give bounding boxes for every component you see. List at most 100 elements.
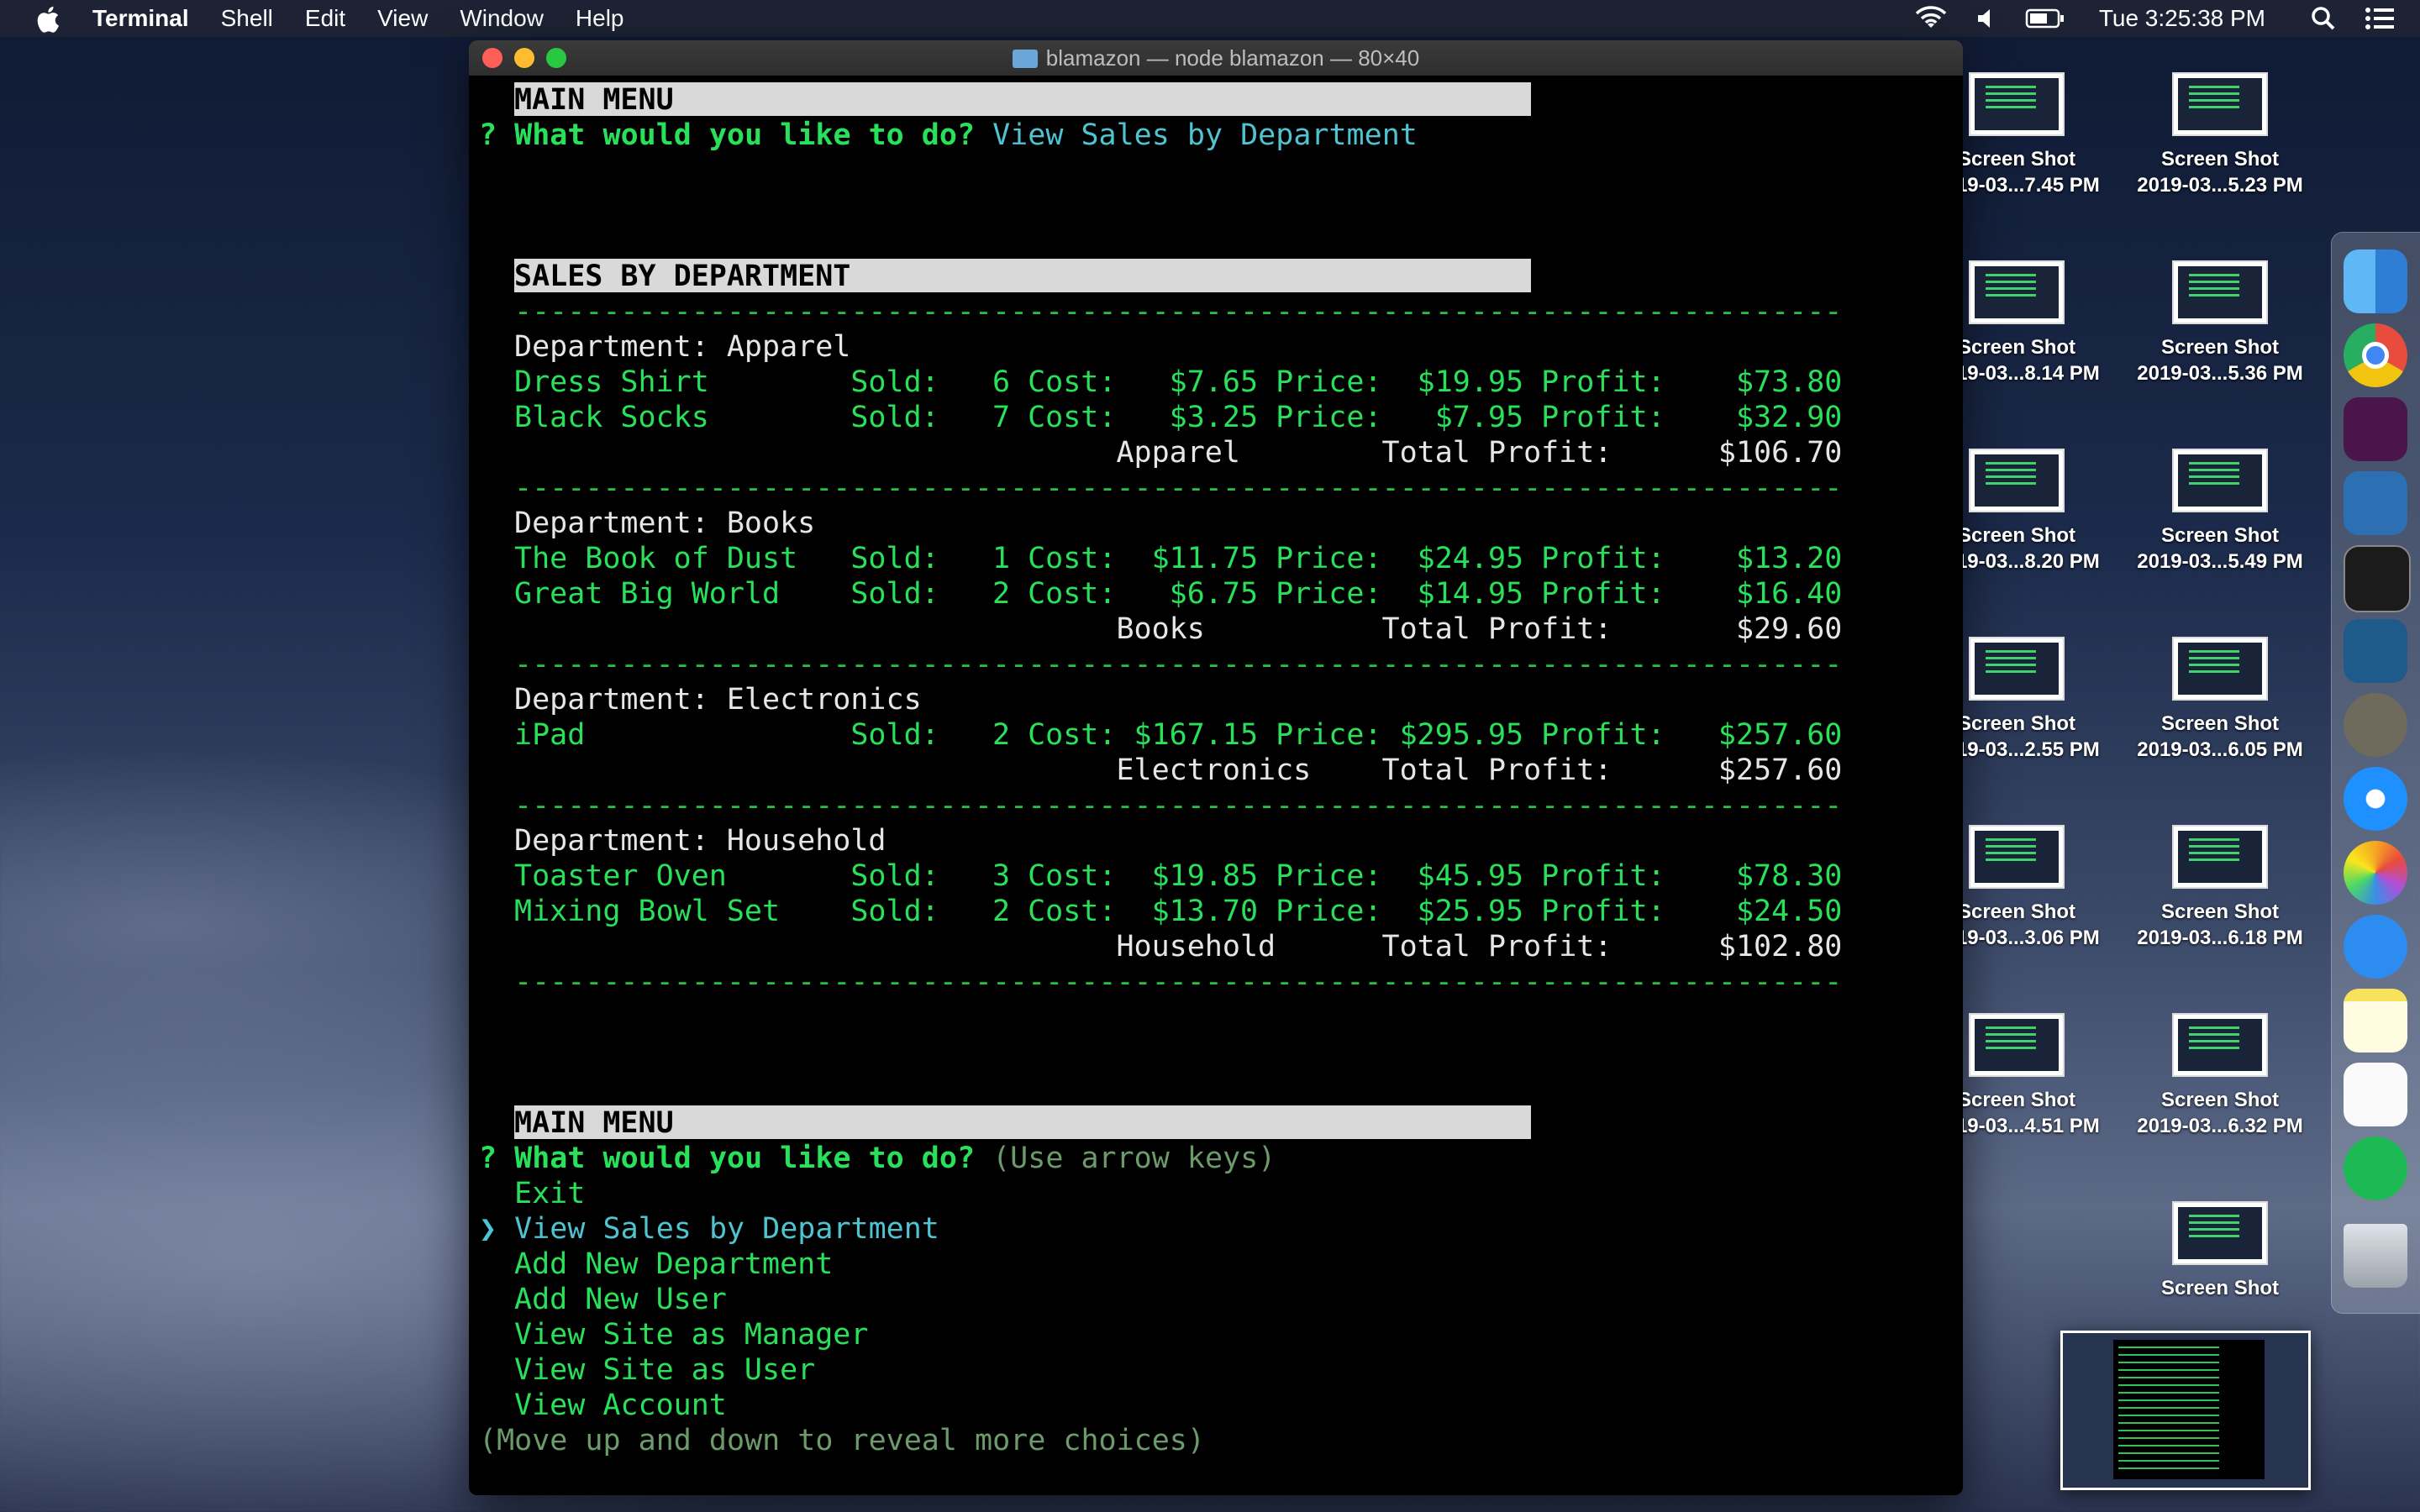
desktop-screenshot-file[interactable]: Screen Shot 2019-03...6.32 PM <box>2119 1013 2321 1139</box>
separator: ----------------------------------------… <box>514 965 1843 999</box>
apple-menu-icon[interactable] <box>34 4 62 33</box>
product-row: Black Socks Sold: 7 Cost: $3.25 Price: $… <box>514 401 1843 434</box>
file-name: Screen Shot <box>2160 712 2280 735</box>
prompt-question: What would you like to do? <box>514 1142 976 1175</box>
file-name: Screen Shot <box>2160 148 2280 171</box>
file-name: Screen Shot <box>2160 900 2280 923</box>
sales-header: SALES BY DEPARTMENT <box>514 259 1531 293</box>
file-date: 2019-03...6.18 PM <box>2137 927 2303 949</box>
prompt-hint: (Use arrow keys) <box>992 1142 1276 1175</box>
prompt-question: What would you like to do? <box>514 118 976 152</box>
screenshot-thumbnail-icon <box>1969 260 2065 324</box>
footer-hint: (Move up and down to reveal more choices… <box>479 1424 1205 1457</box>
screenshot-thumbnail-icon <box>1969 637 2065 701</box>
spotlight-search-icon[interactable] <box>2311 6 2336 31</box>
desktop-screenshot-file[interactable]: Screen Shot 2019-03...5.49 PM <box>2119 449 2321 575</box>
desktop-screenshot-file[interactable]: Screen Shot <box>2119 1201 2321 1301</box>
selection-pointer-icon: ❯ <box>479 1212 497 1246</box>
reminders-icon[interactable] <box>2344 1063 2407 1126</box>
file-name: Screen Shot <box>2160 336 2280 359</box>
window-title-text: blamazon — node blamazon — 80×40 <box>1045 45 1420 71</box>
menu-choice-exit[interactable]: Exit <box>514 1176 585 1211</box>
desktop-screenshot-file[interactable]: Screen Shot 2019-03...5.36 PM <box>2119 260 2321 386</box>
file-date: 2019-03...5.49 PM <box>2137 550 2303 573</box>
menu-help[interactable]: Help <box>576 5 624 32</box>
menu-choice-view-manager[interactable]: View Site as Manager <box>514 1317 868 1352</box>
department-title: Department: Apparel <box>514 330 851 364</box>
chrome-icon[interactable] <box>2344 323 2407 387</box>
product-row: Toaster Oven Sold: 3 Cost: $19.85 Price:… <box>514 859 1843 893</box>
menu-clock[interactable]: Tue 3:25:38 PM <box>2099 5 2265 32</box>
menu-view[interactable]: View <box>377 5 428 32</box>
screenshot-thumbnail-icon <box>1969 72 2065 136</box>
department-total: Books Total Profit: $29.60 <box>514 612 1843 646</box>
prompt-mark: ? <box>479 118 497 152</box>
window-title: blamazon — node blamazon — 80×40 <box>469 40 1963 76</box>
preview-window <box>2113 1340 2265 1479</box>
safari-icon[interactable] <box>2344 767 2407 831</box>
terminal-content[interactable]: MAIN MENU ? What would you like to do? V… <box>469 76 1963 1495</box>
vscode-icon[interactable] <box>2344 471 2407 535</box>
desktop-screenshot-file[interactable]: Screen Shot 2019-03...5.23 PM <box>2119 72 2321 198</box>
department-title: Department: Electronics <box>514 683 922 717</box>
product-row: Great Big World Sold: 2 Cost: $6.75 Pric… <box>514 577 1843 611</box>
screenshot-thumbnail-icon <box>2172 1201 2268 1265</box>
screenshot-thumbnail-icon <box>1969 449 2065 512</box>
window-titlebar[interactable]: blamazon — node blamazon — 80×40 <box>469 40 1963 76</box>
mysql-workbench-icon[interactable] <box>2344 619 2407 683</box>
file-date: 2019-03...5.36 PM <box>2137 362 2303 385</box>
menu-app-name[interactable]: Terminal <box>92 5 189 32</box>
desktop-screenshot-file[interactable]: Screen Shot 2019-03...6.18 PM <box>2119 825 2321 951</box>
menu-choice-view-account[interactable]: View Account <box>514 1388 727 1423</box>
menu-choice-add-department[interactable]: Add New Department <box>514 1247 833 1282</box>
menu-choice-view-sales[interactable]: View Sales by Department <box>514 1212 939 1246</box>
menu-choice-add-user[interactable]: Add New User <box>514 1282 727 1317</box>
menu-choice-selected[interactable]: ❯ View Sales by Department <box>479 1211 939 1247</box>
screenshot-thumbnail-icon <box>2172 72 2268 136</box>
terminal-window[interactable]: blamazon — node blamazon — 80×40 MAIN ME… <box>469 40 1963 1495</box>
wifi-icon[interactable] <box>1914 6 1948 31</box>
menu-shell[interactable]: Shell <box>221 5 273 32</box>
photos-icon[interactable] <box>2344 841 2407 905</box>
gimp-icon[interactable] <box>2344 693 2407 757</box>
screenshot-preview-thumbnail[interactable] <box>2060 1331 2311 1490</box>
screenshot-thumbnail-icon <box>2172 449 2268 512</box>
screenshot-thumbnail-icon <box>1969 825 2065 889</box>
prompt-line-2: ? What would you like to do? (Use arrow … <box>479 1141 1276 1176</box>
product-row: Dress Shirt Sold: 6 Cost: $7.65 Price: $… <box>514 365 1843 399</box>
department-total: Apparel Total Profit: $106.70 <box>514 436 1843 470</box>
menu-edit[interactable]: Edit <box>305 5 345 32</box>
department-title: Department: Books <box>514 507 816 540</box>
product-row: The Book of Dust Sold: 1 Cost: $11.75 Pr… <box>514 542 1843 575</box>
dock <box>2331 232 2420 1314</box>
separator: ----------------------------------------… <box>514 471 1843 505</box>
finder-icon[interactable] <box>2344 249 2407 313</box>
file-date: 2019-03...6.05 PM <box>2137 738 2303 761</box>
slack-icon[interactable] <box>2344 397 2407 461</box>
menu-window[interactable]: Window <box>460 5 544 32</box>
prompt-mark: ? <box>479 1142 497 1175</box>
file-date: 2019-03...5.23 PM <box>2137 174 2303 197</box>
notification-center-icon[interactable] <box>2365 7 2395 30</box>
prompt-answer: View Sales by Department <box>992 118 1418 152</box>
battery-icon[interactable] <box>2025 8 2065 29</box>
trash-icon[interactable] <box>2344 1224 2407 1288</box>
file-name: Screen Shot <box>2160 1277 2280 1299</box>
product-row: Mixing Bowl Set Sold: 2 Cost: $13.70 Pri… <box>514 895 1843 928</box>
product-row: iPad Sold: 2 Cost: $167.15 Price: $295.9… <box>514 718 1843 752</box>
main-menu-header: MAIN MENU <box>514 82 1531 117</box>
messages-icon[interactable] <box>2344 915 2407 979</box>
folder-icon <box>1012 50 1038 68</box>
spotify-icon[interactable] <box>2344 1137 2407 1200</box>
menu-choice-view-user[interactable]: View Site as User <box>514 1352 815 1388</box>
file-name: Screen Shot <box>2160 524 2280 547</box>
screenshot-thumbnail-icon <box>2172 260 2268 324</box>
department-total: Electronics Total Profit: $257.60 <box>514 753 1843 787</box>
desktop-screenshot-file[interactable]: Screen Shot 2019-03...6.05 PM <box>2119 637 2321 763</box>
department-total: Household Total Profit: $102.80 <box>514 930 1843 963</box>
prompt-line-1: ? What would you like to do? View Sales … <box>479 118 1418 153</box>
department-title: Department: Household <box>514 824 886 858</box>
notes-icon[interactable] <box>2344 989 2407 1053</box>
volume-icon[interactable] <box>1976 7 1996 30</box>
terminal-icon[interactable] <box>2344 545 2411 612</box>
